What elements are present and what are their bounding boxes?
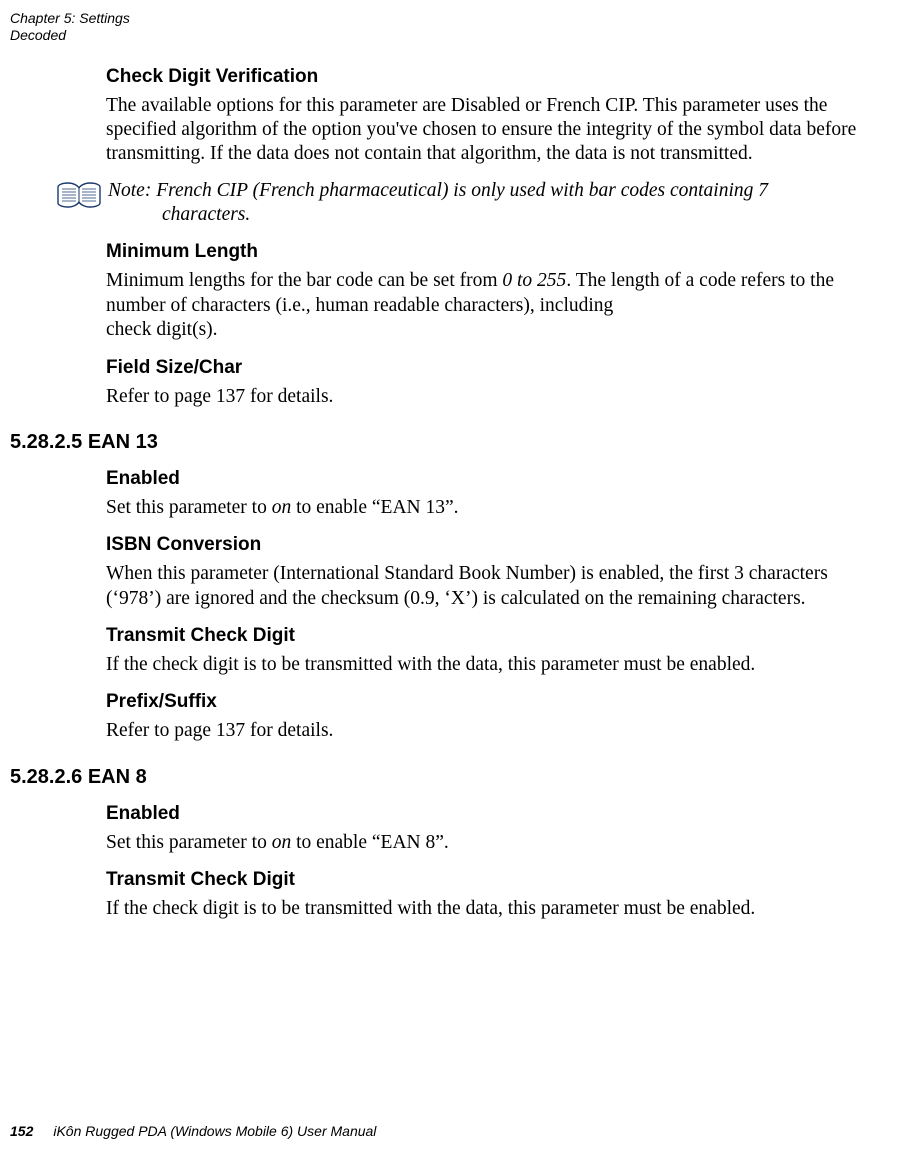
ean13-enabled-em: on: [272, 497, 292, 518]
ean13-enabled-pre: Set this parameter to: [106, 497, 272, 518]
heading-check-digit-verification: Check Digit Verification: [106, 66, 887, 88]
heading-ean13: 5.28.2.5 EAN 13: [10, 431, 887, 454]
heading-field-size-char: Field Size/Char: [106, 357, 887, 379]
para-field-size-char: Refer to page 137 for details.: [106, 385, 887, 409]
para-prefix-suffix: Refer to page 137 for details.: [106, 719, 887, 743]
note-text: Note: French CIP (French pharmaceutical)…: [108, 179, 768, 228]
note-body-line1: French CIP (French pharmaceutical) is on…: [156, 180, 768, 201]
minlen-last: check digit(s).: [106, 319, 218, 340]
para-ean13-transmit: If the check digit is to be transmitted …: [106, 653, 887, 677]
page-content: Check Digit Verification The available o…: [106, 66, 887, 922]
heading-ean13-transmit: Transmit Check Digit: [106, 625, 887, 647]
running-header-line2: Decoded: [10, 27, 897, 44]
heading-prefix-suffix: Prefix/Suffix: [106, 691, 887, 713]
note-label: Note:: [108, 180, 151, 201]
running-header-line1: Chapter 5: Settings: [10, 10, 897, 27]
ean8-enabled-pre: Set this parameter to: [106, 832, 272, 853]
ean13-enabled-post: to enable “EAN 13”.: [291, 497, 458, 518]
para-check-digit-verification: The available options for this parameter…: [106, 94, 887, 167]
ean8-enabled-em: on: [272, 832, 292, 853]
page-number: 152: [10, 1123, 33, 1139]
para-ean8-transmit: If the check digit is to be transmitted …: [106, 897, 887, 921]
heading-isbn-conversion: ISBN Conversion: [106, 534, 887, 556]
para-ean8-enabled: Set this parameter to on to enable “EAN …: [106, 831, 887, 855]
ean8-enabled-post: to enable “EAN 8”.: [291, 832, 449, 853]
minlen-pre: Minimum lengths for the bar code can be …: [106, 270, 502, 291]
heading-ean8-enabled: Enabled: [106, 803, 887, 825]
heading-ean8: 5.28.2.6 EAN 8: [10, 766, 887, 789]
open-book-icon: [56, 181, 102, 209]
note-body-line2: characters.: [162, 203, 768, 227]
para-isbn-conversion: When this parameter (International Stand…: [106, 562, 887, 611]
para-minimum-length: Minimum lengths for the bar code can be …: [106, 269, 887, 342]
heading-ean13-enabled: Enabled: [106, 468, 887, 490]
minlen-range: 0 to 255: [502, 270, 566, 291]
heading-minimum-length: Minimum Length: [106, 241, 887, 263]
heading-ean8-transmit: Transmit Check Digit: [106, 869, 887, 891]
note-block: Note: French CIP (French pharmaceutical)…: [56, 179, 887, 228]
page-footer: 152 iKôn Rugged PDA (Windows Mobile 6) Us…: [10, 1123, 376, 1139]
footer-title: iKôn Rugged PDA (Windows Mobile 6) User …: [53, 1123, 376, 1139]
para-ean13-enabled: Set this parameter to on to enable “EAN …: [106, 496, 887, 520]
